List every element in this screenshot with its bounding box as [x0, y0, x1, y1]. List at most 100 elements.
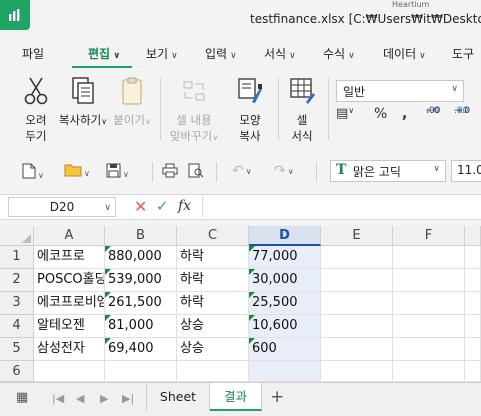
- print-button[interactable]: [162, 163, 178, 181]
- cut-label-1: 오려: [25, 113, 47, 127]
- menu-format[interactable]: 서식 ∨: [264, 45, 296, 62]
- menu-tools[interactable]: 도구: [452, 45, 474, 62]
- cell-d2[interactable]: 30,000: [249, 269, 321, 292]
- cell-f2[interactable]: [393, 269, 465, 292]
- next-sheet-icon[interactable]: ▶: [100, 392, 108, 405]
- cell-c1[interactable]: 하락: [177, 246, 249, 269]
- row-header-6[interactable]: 6: [0, 361, 34, 382]
- cell-f4[interactable]: [393, 315, 465, 338]
- cell-b5[interactable]: 69,400: [105, 338, 177, 361]
- cell-b4[interactable]: 81,000: [105, 315, 177, 338]
- prev-sheet-icon[interactable]: ◀: [76, 392, 84, 405]
- cell-b3[interactable]: 261,500: [105, 292, 177, 315]
- row-header-4[interactable]: 4: [0, 315, 34, 338]
- cell-g2[interactable]: [465, 269, 481, 292]
- formula-input[interactable]: [202, 197, 481, 217]
- column-header-e[interactable]: E: [321, 226, 393, 246]
- paste-button[interactable]: 붙이기∨: [110, 76, 154, 130]
- column-header-f[interactable]: F: [393, 226, 465, 246]
- cell-e2[interactable]: [321, 269, 393, 292]
- increase-decimal-icon[interactable]: ←0.00: [426, 106, 440, 116]
- cell-a5[interactable]: 삼성전자: [34, 338, 105, 361]
- cell-d6[interactable]: [249, 361, 321, 382]
- new-file-button[interactable]: ∨: [22, 163, 44, 181]
- cell-f3[interactable]: [393, 292, 465, 315]
- cancel-icon[interactable]: ✕: [134, 197, 147, 216]
- cell-b2[interactable]: 539,000: [105, 269, 177, 292]
- cell-a4[interactable]: 알테오젠: [34, 315, 105, 338]
- menu-formula[interactable]: 수식 ∨: [323, 45, 355, 62]
- column-header-b[interactable]: B: [105, 226, 177, 246]
- open-file-button[interactable]: ∨: [64, 163, 90, 181]
- cell-g5[interactable]: [465, 338, 481, 361]
- menu-edit[interactable]: 편집 ∨: [88, 45, 120, 62]
- paste-special-button[interactable]: 셀 내용 맞바꾸기∨: [165, 76, 223, 146]
- function-icon[interactable]: fx: [178, 198, 191, 214]
- cell-e1[interactable]: [321, 246, 393, 269]
- cell-g1[interactable]: [465, 246, 481, 269]
- menu-view[interactable]: 보기 ∨: [146, 45, 178, 62]
- print-preview-button[interactable]: [188, 163, 204, 181]
- cell-f5[interactable]: [393, 338, 465, 361]
- undo-button[interactable]: ↶ ∨: [232, 163, 252, 181]
- row-header-2[interactable]: 2: [0, 269, 34, 292]
- cell-d5[interactable]: 600: [249, 338, 321, 361]
- cell-c2[interactable]: 하락: [177, 269, 249, 292]
- cell-format-button[interactable]: 셀 서식: [282, 76, 322, 144]
- font-family-select[interactable]: T 맑은 고딕 ∨: [330, 160, 446, 182]
- format-painter-button[interactable]: 모양 복사: [228, 76, 272, 144]
- cell-a3[interactable]: 에코프로비엠: [34, 292, 105, 315]
- cell-e3[interactable]: [321, 292, 393, 315]
- last-sheet-icon[interactable]: ▶|: [122, 392, 134, 405]
- cell-e4[interactable]: [321, 315, 393, 338]
- cell-a1[interactable]: 에코프로: [34, 246, 105, 269]
- select-all-corner[interactable]: [0, 226, 34, 246]
- column-header-a[interactable]: A: [34, 226, 105, 246]
- cell-b1[interactable]: 880,000: [105, 246, 177, 269]
- cell-a6[interactable]: [34, 361, 105, 382]
- cell-c6[interactable]: [177, 361, 249, 382]
- chevron-down-icon: ∨: [419, 51, 426, 61]
- column-header-d[interactable]: D: [249, 226, 321, 246]
- tab-result[interactable]: 결과: [210, 383, 262, 411]
- cell-d1[interactable]: 77,000: [249, 246, 321, 269]
- tab-sheet[interactable]: Sheet: [146, 383, 210, 411]
- cell-d3[interactable]: 25,500: [249, 292, 321, 315]
- save-button[interactable]: ∨: [106, 163, 129, 181]
- cell-g4[interactable]: [465, 315, 481, 338]
- percent-button[interactable]: %: [374, 106, 387, 122]
- cell-f6[interactable]: [393, 361, 465, 382]
- name-box[interactable]: D20 ∨: [8, 197, 116, 217]
- decrease-decimal-icon[interactable]: .00 →.0: [454, 106, 470, 116]
- cell-c4[interactable]: 상승: [177, 315, 249, 338]
- menu-data[interactable]: 데이터 ∨: [383, 45, 426, 62]
- row-header-5[interactable]: 5: [0, 338, 34, 361]
- comma-button[interactable]: ,: [402, 106, 407, 122]
- cell-f1[interactable]: [393, 246, 465, 269]
- font-size-select[interactable]: 11.0: [451, 160, 481, 182]
- menu-file[interactable]: 파일: [22, 45, 44, 62]
- row-header-3[interactable]: 3: [0, 292, 34, 315]
- cell-g3[interactable]: [465, 292, 481, 315]
- redo-button[interactable]: ↷ ∨: [274, 163, 294, 181]
- cell-g6[interactable]: [465, 361, 481, 382]
- cell-e6[interactable]: [321, 361, 393, 382]
- cut-button[interactable]: 오려 두기: [14, 76, 58, 144]
- cell-c3[interactable]: 하락: [177, 292, 249, 315]
- add-sheet-button[interactable]: +: [270, 387, 284, 407]
- row-header-1[interactable]: 1: [0, 246, 34, 269]
- cell-d4[interactable]: 10,600: [249, 315, 321, 338]
- menu-insert[interactable]: 입력 ∨: [205, 45, 237, 62]
- check-icon[interactable]: ✓: [156, 197, 169, 215]
- sheet-list-icon[interactable]: ▦: [16, 390, 28, 405]
- column-header-c[interactable]: C: [177, 226, 249, 246]
- currency-format-icon[interactable]: ▤ ∨: [336, 106, 354, 121]
- cell-b6[interactable]: [105, 361, 177, 382]
- first-sheet-icon[interactable]: |◀: [52, 392, 64, 405]
- cell-a2[interactable]: POSCO홀딩스: [34, 269, 105, 292]
- number-format-select[interactable]: 일반 ∨: [336, 80, 464, 102]
- cell-e5[interactable]: [321, 338, 393, 361]
- cell-c5[interactable]: 상승: [177, 338, 249, 361]
- copy-button[interactable]: 복사하기∨: [58, 76, 108, 130]
- chevron-down-icon: ∨: [230, 51, 237, 61]
